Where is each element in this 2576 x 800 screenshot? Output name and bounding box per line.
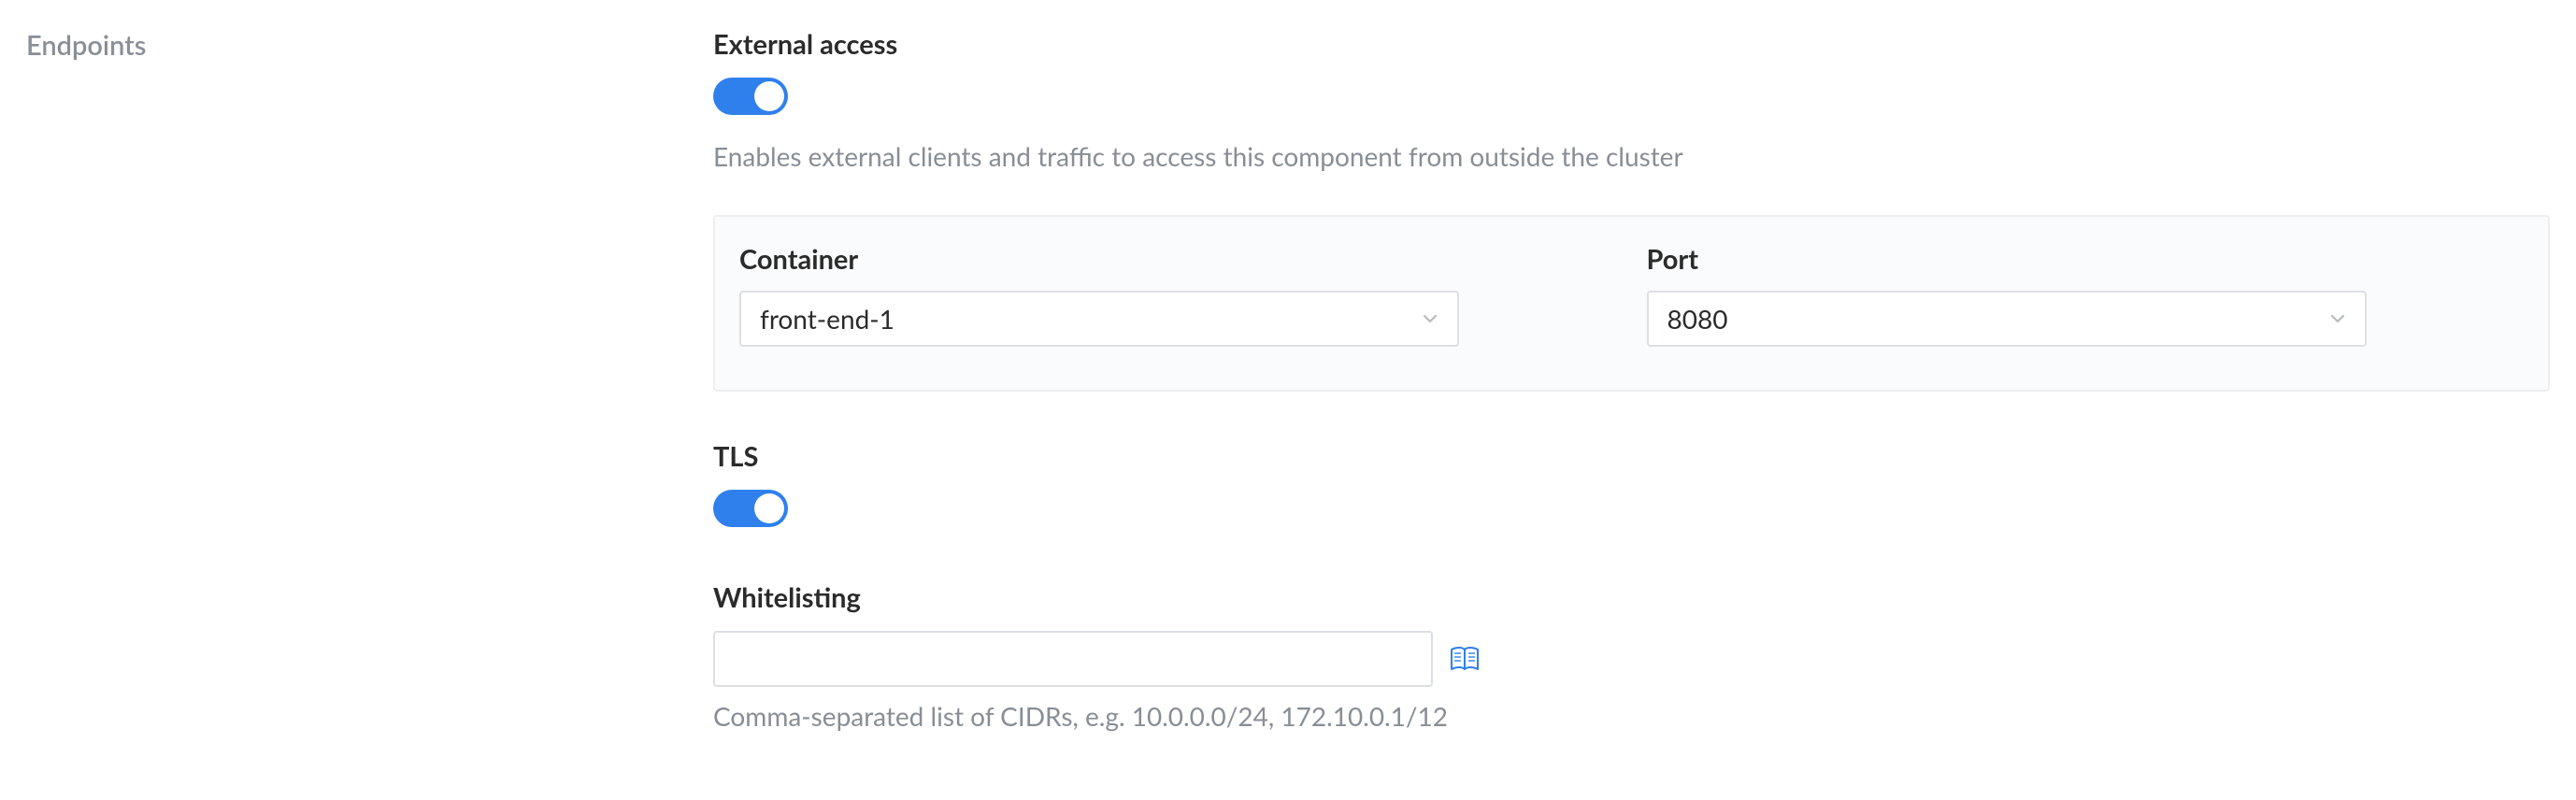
container-field: Container front-end-1 (739, 243, 1617, 347)
port-field: Port 8080 (1647, 243, 2525, 347)
toggle-knob (754, 81, 784, 111)
external-access-heading: External access (713, 28, 2550, 61)
container-label: Container (739, 243, 1617, 276)
tls-heading: TLS (713, 440, 2550, 473)
main-content: External access Enables external clients… (713, 28, 2550, 732)
whitelisting-input[interactable] (713, 631, 1433, 687)
external-access-description: Enables external clients and traffic to … (713, 137, 2550, 176)
container-port-panel: Container front-end-1 Port 8080 (713, 215, 2550, 392)
tls-toggle[interactable] (713, 490, 788, 527)
section-label-endpoints: Endpoints (26, 28, 676, 64)
port-select-value: 8080 (1667, 303, 1728, 335)
whitelisting-hint: Comma-separated list of CIDRs, e.g. 10.0… (713, 700, 2550, 732)
chevron-down-icon (2329, 310, 2346, 327)
toggle-knob (754, 493, 784, 523)
whitelisting-heading: Whitelisting (713, 581, 2550, 614)
container-select[interactable]: front-end-1 (739, 291, 1459, 347)
port-label: Port (1647, 243, 2525, 276)
port-select[interactable]: 8080 (1647, 291, 2367, 347)
external-access-toggle[interactable] (713, 78, 788, 115)
book-icon[interactable] (1450, 646, 1480, 672)
container-select-value: front-end-1 (760, 303, 894, 335)
chevron-down-icon (1422, 310, 1438, 327)
